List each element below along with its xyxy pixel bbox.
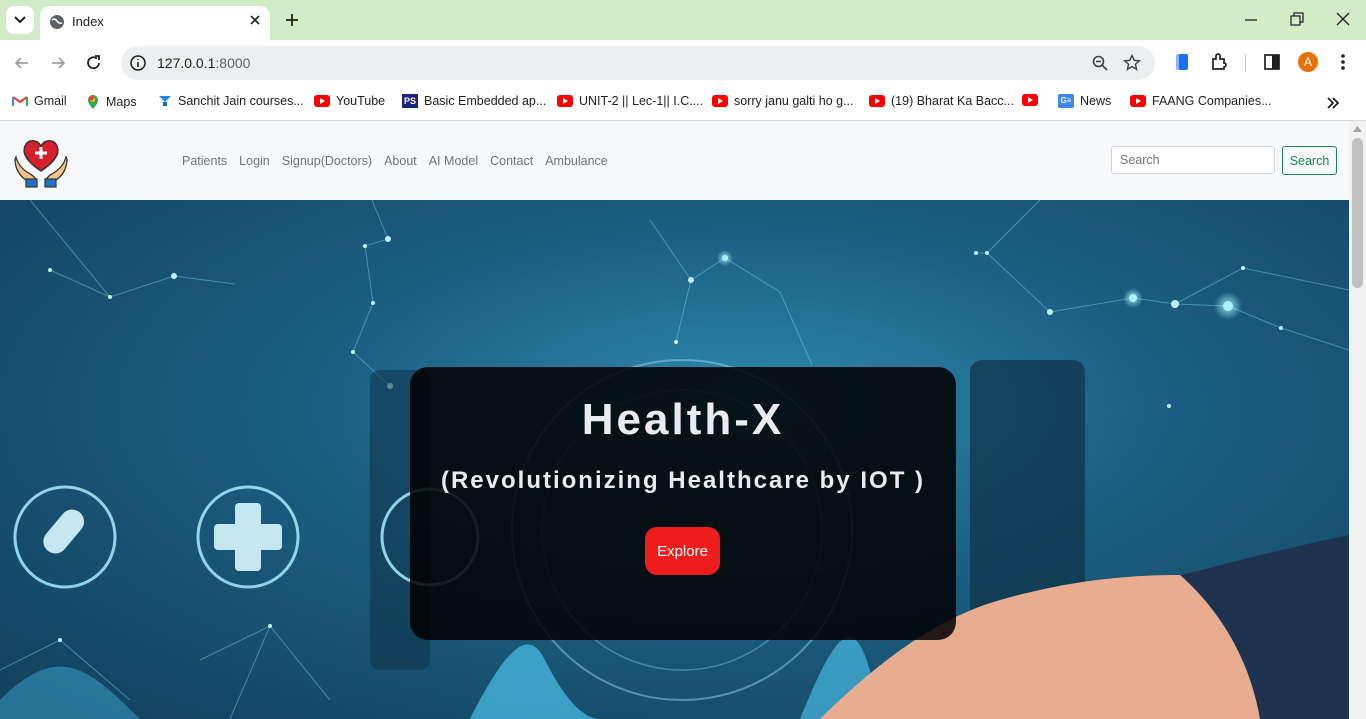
search-button[interactable]: Search — [1282, 146, 1337, 175]
scroll-up-icon[interactable] — [1353, 126, 1362, 132]
ps-icon: PS — [402, 94, 418, 108]
bookmark-basic-embedded[interactable]: PS Basic Embedded ap... — [402, 94, 546, 108]
toolbar-divider — [1245, 54, 1246, 72]
hero-card: Health-X (Revolutionizing Healthcare by … — [410, 367, 956, 640]
minimize-icon[interactable] — [1243, 10, 1259, 28]
explore-button[interactable]: Explore — [645, 527, 720, 575]
new-tab-icon[interactable] — [281, 9, 303, 31]
bookmark-label: Sanchit Jain courses... — [178, 94, 304, 108]
hero-section: Health-X (Revolutionizing Healthcare by … — [0, 200, 1349, 719]
maps-icon — [88, 95, 98, 109]
nav-link-contact[interactable]: Contact — [490, 154, 533, 168]
youtube-icon — [557, 95, 573, 107]
bookmark-label: FAANG Companies... — [1152, 94, 1272, 108]
back-icon[interactable] — [12, 53, 32, 73]
nav-link-login[interactable]: Login — [239, 154, 270, 168]
bookmark-label: (19) Bharat Ka Bacc... — [891, 94, 1014, 108]
bookmark-bharat-ka-bacc[interactable]: (19) Bharat Ka Bacc... — [869, 94, 1014, 108]
extensions-icon[interactable] — [1209, 52, 1229, 72]
zoom-icon[interactable] — [1091, 54, 1109, 72]
scrollbar-thumb[interactable] — [1352, 138, 1363, 288]
nav-link-about[interactable]: About — [384, 154, 417, 168]
globe-icon — [50, 15, 64, 29]
site-navbar: Patients Login Signup(Doctors) About AI … — [0, 121, 1349, 200]
site-info-icon[interactable] — [129, 54, 147, 72]
news-icon: G≡ — [1058, 94, 1074, 108]
window-close-icon[interactable] — [1335, 10, 1351, 28]
bookmark-unit-2[interactable]: UNIT-2 || Lec-1|| I.C.... — [557, 94, 703, 108]
search-input[interactable] — [1111, 146, 1275, 174]
nav-link-ai-model[interactable]: AI Model — [429, 154, 478, 168]
browser-toolbar: 127.0.0.1:8000 A — [0, 40, 1366, 86]
bookmark-label: Basic Embedded ap... — [424, 94, 547, 108]
nav-link-ambulance[interactable]: Ambulance — [545, 154, 608, 168]
bookmark-label: Maps — [106, 95, 137, 109]
bookmarks-bar: Gmail Maps Sanchit Jain courses... YouTu… — [0, 86, 1366, 121]
bookmark-label: YouTube — [336, 94, 386, 108]
bookmark-label: UNIT-2 || Lec-1|| I.C.... — [579, 94, 704, 108]
page-viewport: Patients Login Signup(Doctors) About AI … — [0, 121, 1349, 719]
reload-icon[interactable] — [84, 53, 104, 73]
side-panel-icon[interactable] — [1263, 52, 1281, 72]
bookmark-maps[interactable]: Maps — [86, 94, 137, 110]
bookmark-label: Gmail — [34, 94, 67, 108]
nav-link-signup-doctors[interactable]: Signup(Doctors) — [282, 154, 372, 168]
logo-heart-hands-icon[interactable] — [12, 131, 70, 189]
youtube-icon — [869, 95, 885, 107]
address-bar[interactable]: 127.0.0.1:8000 — [121, 46, 1155, 80]
bookmark-faang[interactable]: FAANG Companies... — [1130, 94, 1272, 108]
youtube-icon — [1022, 94, 1038, 106]
bookmark-label: News — [1080, 94, 1112, 108]
hero-title: Health-X — [581, 395, 785, 444]
youtube-icon — [314, 95, 330, 107]
bookmark-star-icon[interactable] — [1123, 54, 1141, 72]
bookmark-sorry-janu[interactable]: sorry janu galti ho g... — [712, 94, 854, 108]
gmail-icon — [12, 96, 28, 106]
tab-title: Index — [72, 14, 104, 29]
url-text: 127.0.0.1:8000 — [157, 55, 251, 71]
forward-icon[interactable] — [48, 53, 68, 73]
nav-link-patients[interactable]: Patients — [182, 154, 227, 168]
bookmark-gmail[interactable]: Gmail — [12, 94, 67, 108]
course-icon — [159, 96, 171, 106]
restore-icon[interactable] — [1289, 10, 1305, 28]
bookmark-news[interactable]: G≡ News — [1058, 94, 1111, 108]
tab-search-button[interactable] — [6, 6, 34, 34]
close-icon[interactable] — [248, 13, 262, 27]
bookmark-youtube-untitled[interactable] — [1022, 94, 1038, 106]
reader-mode-icon[interactable] — [1173, 52, 1191, 72]
bookmark-sanchit-jain[interactable]: Sanchit Jain courses... — [158, 94, 304, 108]
bookmark-label: sorry janu galti ho g... — [734, 94, 854, 108]
chevron-down-icon — [14, 16, 26, 24]
active-tab[interactable]: Index — [40, 6, 270, 40]
hero-subtitle: (Revolutionizing Healthcare by IOT ) — [440, 467, 926, 494]
more-bookmarks-icon[interactable] — [1326, 96, 1340, 110]
nav-links: Patients Login Signup(Doctors) About AI … — [182, 154, 608, 168]
youtube-icon — [712, 95, 728, 107]
page-scrollbar[interactable] — [1349, 121, 1366, 719]
bookmark-youtube[interactable]: YouTube — [314, 94, 385, 108]
tab-strip: Index — [0, 0, 1366, 40]
profile-avatar[interactable]: A — [1298, 52, 1318, 72]
youtube-icon — [1130, 95, 1146, 107]
menu-kebab-icon[interactable] — [1336, 52, 1350, 72]
